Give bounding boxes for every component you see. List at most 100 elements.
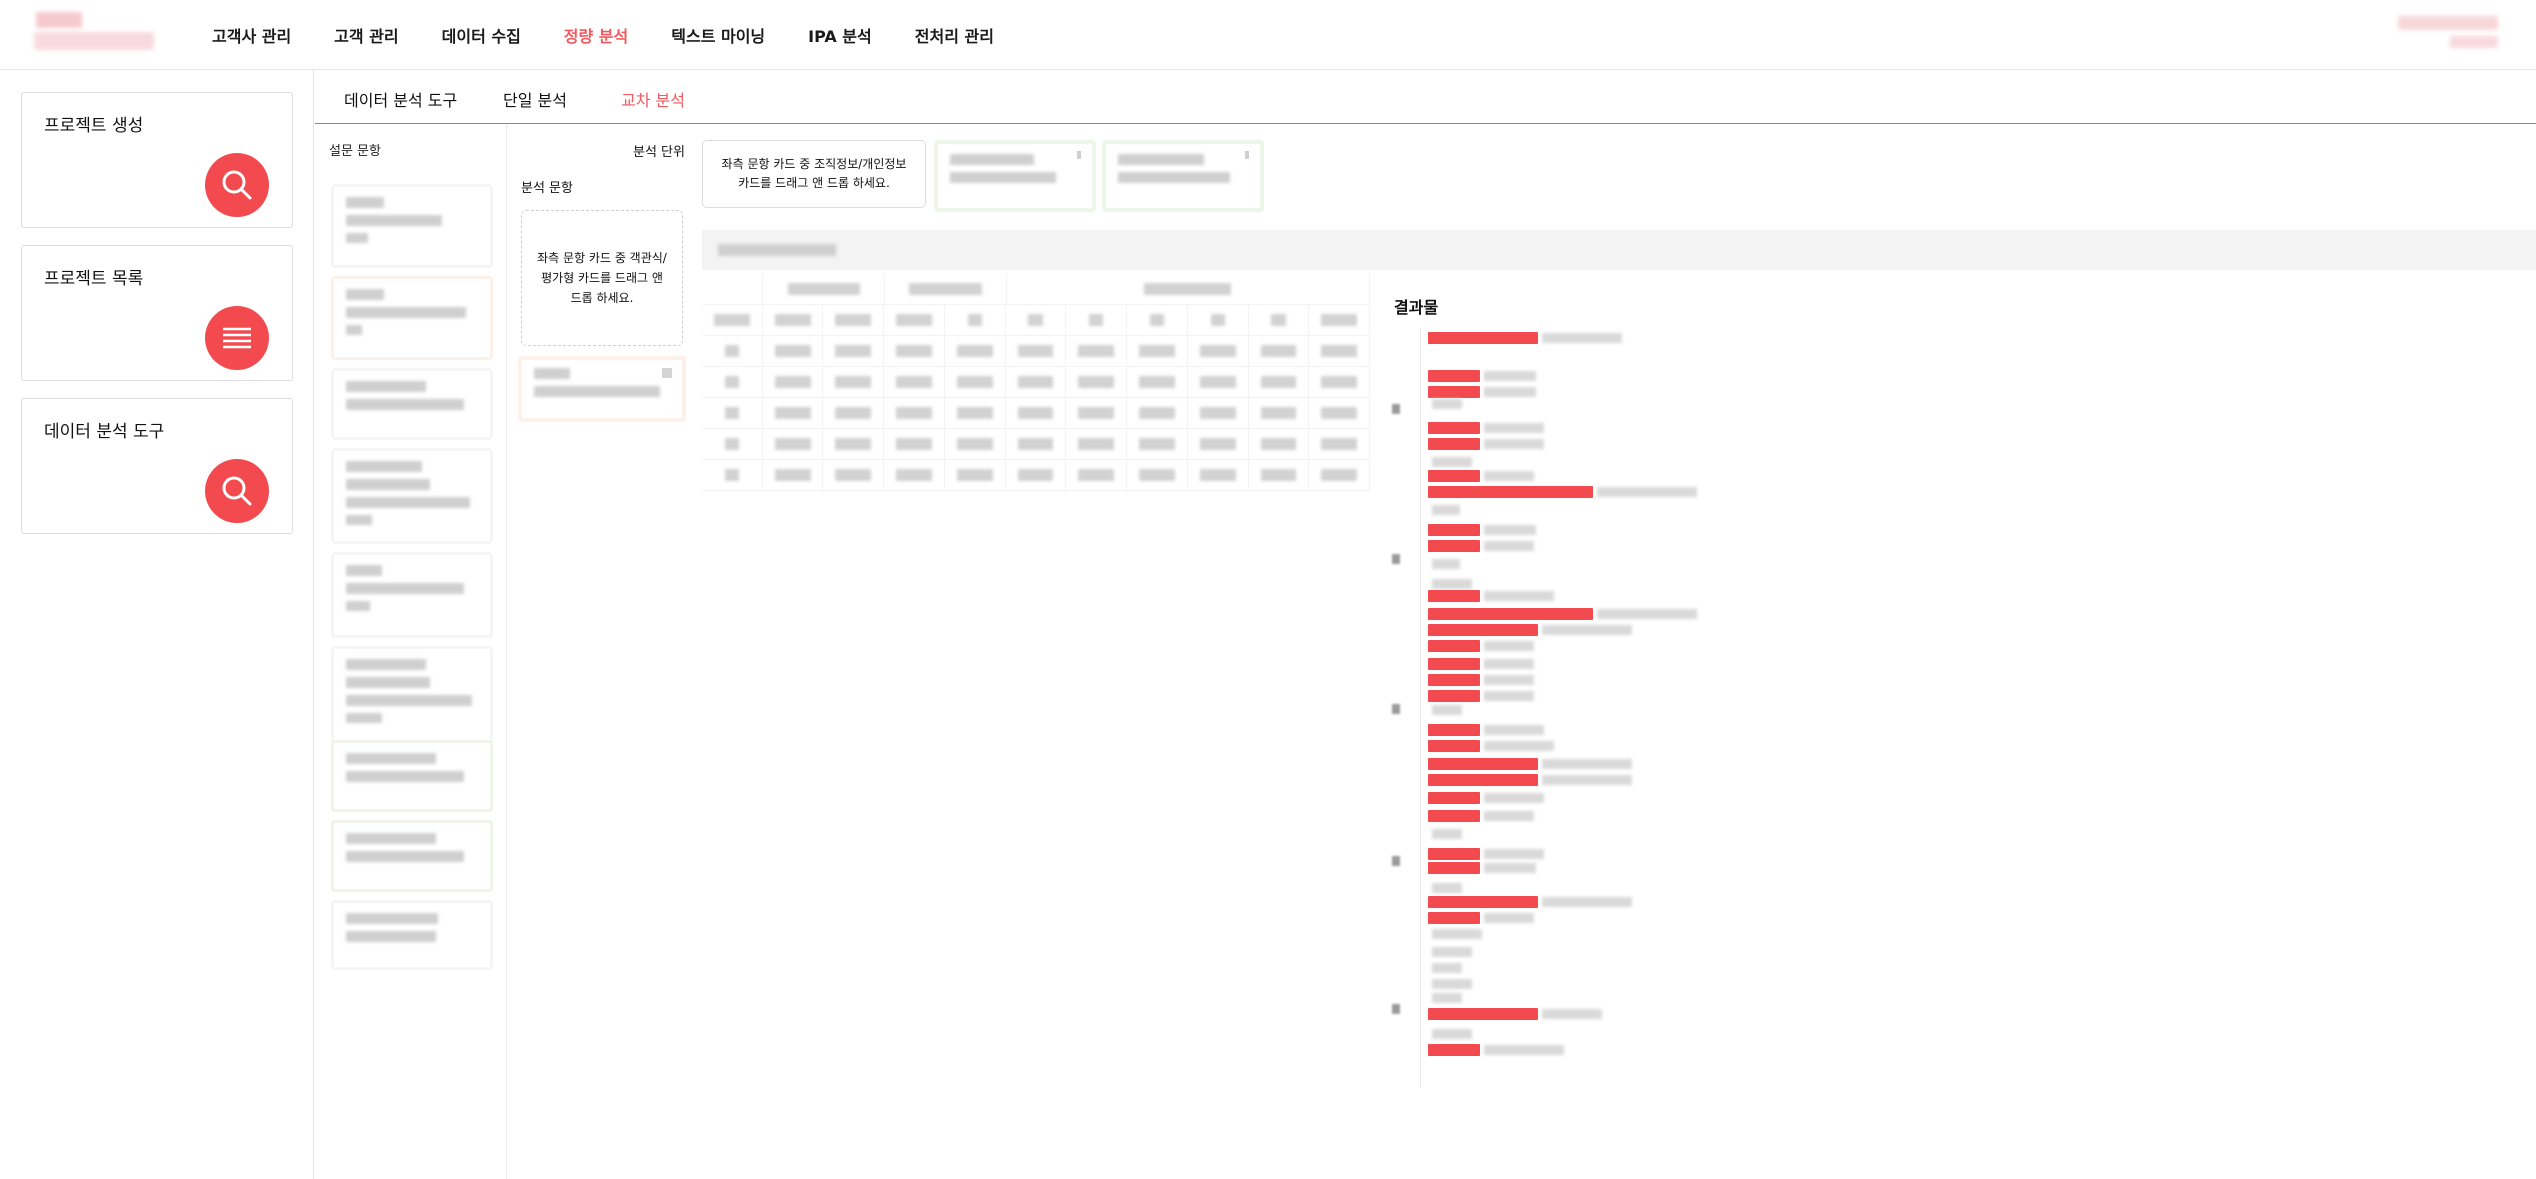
result-bar-label — [1597, 487, 1697, 497]
sidebar-card-project-list[interactable]: 프로젝트 목록 — [21, 245, 293, 381]
question-card[interactable] — [331, 646, 493, 744]
results-bar-chart — [1380, 328, 1740, 1088]
close-icon[interactable] — [1242, 150, 1252, 160]
result-bar-label — [1597, 609, 1697, 619]
result-bar-label — [1484, 641, 1534, 651]
analysis-unit-drop-hint: 좌측 문항 카드 중 조직정보/개인정보 카드를 드래그 앤 드롭 하세요. — [721, 157, 907, 190]
survey-question-heading: 설문 문항 — [329, 144, 381, 159]
search-icon — [222, 170, 252, 200]
question-card[interactable] — [331, 276, 493, 360]
result-bar-label — [1542, 333, 1622, 343]
result-bar-label — [1484, 863, 1536, 873]
data-analysis-tool-button[interactable] — [205, 459, 269, 523]
nav-item-ipa-analysis[interactable]: IPA 분석 — [808, 23, 872, 47]
table-header-row — [702, 305, 1371, 336]
result-bar — [1428, 370, 1480, 382]
result-bar-label — [1542, 625, 1632, 635]
main-nav: 고객사 관리 고객 관리 데이터 수집 정량 분석 텍스트 마이닝 IPA 분석… — [212, 0, 1037, 70]
nav-item-data-collection[interactable]: 데이터 수집 — [442, 23, 521, 47]
question-card[interactable] — [331, 184, 493, 268]
result-bar — [1428, 674, 1480, 686]
survey-question-list: 설문 문항 — [315, 124, 507, 1179]
analysis-unit-card[interactable] — [1102, 140, 1264, 212]
result-bar-label — [1484, 691, 1534, 701]
result-bar-label — [1484, 849, 1544, 859]
sidebar-card-title: 데이터 분석 도구 — [44, 422, 165, 442]
question-card[interactable] — [331, 448, 493, 544]
result-bar — [1428, 896, 1538, 908]
result-bar — [1428, 470, 1480, 482]
sidebar: 프로젝트 생성 프로젝트 목록 데이터 분석 도구 — [0, 70, 314, 1179]
result-bar-label — [1484, 741, 1554, 751]
user-menu[interactable] — [2398, 16, 2498, 52]
result-bar-label — [1432, 993, 1462, 1003]
result-bar-label — [1432, 559, 1460, 569]
project-list-button[interactable] — [205, 306, 269, 370]
nav-item-customer[interactable]: 고객 관리 — [334, 23, 398, 47]
result-bar-label — [1484, 725, 1544, 735]
result-bar-label — [1484, 675, 1534, 685]
question-card[interactable] — [331, 368, 493, 440]
result-bar-label — [1484, 591, 1554, 601]
result-bar-label — [1432, 883, 1462, 893]
result-bar-label — [1432, 505, 1460, 515]
sidebar-card-title: 프로젝트 목록 — [44, 269, 144, 289]
result-group-label — [1392, 856, 1400, 866]
result-bar-label — [1484, 439, 1544, 449]
result-bar — [1428, 332, 1538, 344]
analysis-unit-label: 분석 단위 — [633, 145, 685, 160]
sidebar-card-data-analysis-tool[interactable]: 데이터 분석 도구 — [21, 398, 293, 534]
search-icon — [222, 476, 252, 506]
result-bar — [1428, 486, 1593, 498]
analysis-item-card[interactable] — [518, 356, 686, 422]
sidebar-card-project-create[interactable]: 프로젝트 생성 — [21, 92, 293, 228]
result-bar — [1428, 690, 1480, 702]
result-bar-label — [1484, 1045, 1564, 1055]
result-bar — [1428, 862, 1480, 874]
table-row — [702, 336, 1371, 367]
result-bar — [1428, 810, 1480, 822]
question-card[interactable] — [331, 900, 493, 970]
analysis-unit-dropzone[interactable]: 좌측 문항 카드 중 조직정보/개인정보 카드를 드래그 앤 드롭 하세요. — [702, 140, 926, 208]
result-bar — [1428, 1044, 1480, 1056]
result-bar-label — [1542, 1009, 1602, 1019]
question-card[interactable] — [331, 552, 493, 638]
result-group-label — [1392, 704, 1400, 714]
result-bar — [1428, 740, 1480, 752]
nav-item-preprocessing[interactable]: 전처리 관리 — [915, 23, 994, 47]
result-bar — [1428, 540, 1480, 552]
result-bar — [1428, 848, 1480, 860]
chart-axis — [1420, 328, 1421, 1088]
close-icon[interactable] — [660, 366, 674, 380]
result-bar-label — [1432, 579, 1472, 589]
analysis-item-drop-hint: 좌측 문항 카드 중 객관식/평가형 카드를 드래그 앤 드롭 하세요. — [537, 251, 667, 305]
analysis-unit-card[interactable] — [934, 140, 1096, 212]
table-header-row — [702, 274, 1371, 305]
result-bar — [1428, 590, 1480, 602]
result-bar-label — [1484, 471, 1534, 481]
result-bar — [1428, 608, 1593, 620]
result-bar — [1428, 792, 1480, 804]
analysis-item-dropzone[interactable]: 좌측 문항 카드 중 객관식/평가형 카드를 드래그 앤 드롭 하세요. — [521, 210, 683, 346]
result-bar-label — [1484, 371, 1536, 381]
result-bar-label — [1484, 659, 1534, 669]
nav-item-client-company[interactable]: 고객사 관리 — [212, 23, 291, 47]
result-bar — [1428, 438, 1480, 450]
question-card[interactable] — [331, 740, 493, 812]
question-card[interactable] — [331, 820, 493, 892]
result-bar-label — [1484, 525, 1536, 535]
result-bar-label — [1432, 705, 1462, 715]
result-bar-label — [1484, 387, 1536, 397]
result-bar-label — [1484, 793, 1544, 803]
result-bar-label — [1432, 963, 1462, 973]
project-create-button[interactable] — [205, 153, 269, 217]
tab-single-analysis[interactable]: 단일 분석 — [503, 87, 567, 111]
nav-item-quantitative-analysis[interactable]: 정량 분석 — [564, 23, 628, 47]
nav-item-text-mining[interactable]: 텍스트 마이닝 — [671, 23, 765, 47]
tab-cross-analysis[interactable]: 교차 분석 — [621, 87, 685, 111]
close-icon[interactable] — [1074, 150, 1084, 160]
table-row — [702, 429, 1371, 460]
brand-logo[interactable] — [34, 12, 154, 56]
result-bar — [1428, 422, 1480, 434]
tab-data-analysis-tool[interactable]: 데이터 분석 도구 — [344, 87, 457, 111]
